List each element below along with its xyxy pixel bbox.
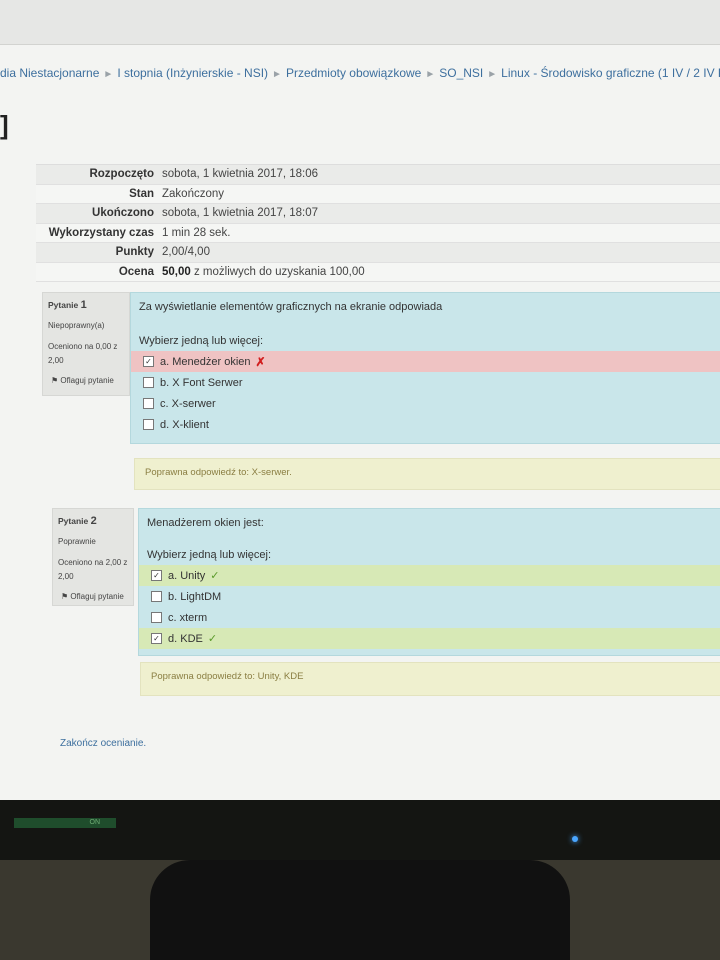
flag-label: Oflaguj pytanie <box>70 592 124 601</box>
flag-label: Oflaguj pytanie <box>60 376 114 385</box>
question-number: 2 <box>90 515 97 527</box>
answer-label: a. Unity <box>168 569 206 582</box>
question-text: Menadżerem okien jest: <box>147 517 264 529</box>
monitor-bezel <box>0 800 720 860</box>
question-mark: Oceniono na 0,00 z 2,00 <box>48 342 118 365</box>
summary-value: sobota, 1 kwietnia 2017, 18:06 <box>162 168 319 181</box>
question-state: Niepoprawny(a) <box>48 321 105 330</box>
answer-label: c. X-serwer <box>160 397 216 410</box>
summary-value: Zakończony <box>162 187 225 200</box>
breadcrumb-item[interactable]: dia Niestacjonarne <box>0 66 99 80</box>
question-content-2: Menadżerem okien jest: Wybierz jedną lub… <box>138 508 720 656</box>
flag-icon: ⚑ <box>51 376 59 385</box>
answer-label: d. KDE <box>168 632 203 645</box>
answer-checkbox[interactable]: ✓ <box>151 570 162 581</box>
breadcrumb-item[interactable]: Przedmioty obowiązkowe <box>286 66 421 80</box>
answer-label: c. xterm <box>168 611 208 624</box>
browser-screen: dia Niestacjonarne ► I stopnia (Inżyniersk… <box>0 0 720 800</box>
summary-row: Ocena 50,00 z możliwych do uzyskania 100,… <box>36 262 720 282</box>
answer-prompt: Wybierz jedną lub więcej: <box>147 549 272 561</box>
answer-checkbox[interactable]: ✓ <box>151 633 162 644</box>
breadcrumb-separator-icon: ► <box>272 69 282 80</box>
question-title: Pytanie <box>48 300 79 310</box>
summary-label: Ukończono <box>92 207 154 220</box>
answer-option[interactable]: b. LightDM <box>139 586 720 607</box>
breadcrumb-item[interactable]: SO_NSI <box>439 66 483 80</box>
answer-checkbox[interactable]: ✓ <box>143 356 154 367</box>
summary-value: 2,00/4,00 <box>162 246 210 259</box>
correct-icon: ✓ <box>207 633 218 645</box>
answer-option[interactable]: c. xterm <box>139 607 720 628</box>
answer-checkbox[interactable] <box>143 398 154 409</box>
summary-value: sobota, 1 kwietnia 2017, 18:07 <box>162 207 319 220</box>
answer-label: a. Menedżer okien <box>160 355 251 368</box>
breadcrumb: dia Niestacjonarne ► I stopnia (Inżyniersk… <box>0 66 720 80</box>
monitor-stand <box>150 860 570 960</box>
summary-label: Wykorzystany czas <box>48 226 154 239</box>
flag-question-link[interactable]: ⚑ Oflaguj pytanie <box>51 376 129 385</box>
breadcrumb-item[interactable]: I stopnia (Inżynierskie - NSI) <box>117 66 268 80</box>
answer-checkbox[interactable] <box>143 419 154 430</box>
power-led-icon <box>572 836 578 842</box>
breadcrumb-separator-icon: ► <box>425 69 436 80</box>
finish-review-link[interactable]: Zakończ ocenianie. <box>60 738 146 749</box>
summary-label: Rozpoczęto <box>89 168 154 181</box>
question-info-2: Pytanie 2 Poprawnie Oceniono na 2,00 z 2… <box>52 508 134 606</box>
question-content-1: Za wyświetlanie elementów graficznych na… <box>130 292 720 444</box>
summary-row: Rozpoczęto sobota, 1 kwietnia 2017, 18:06 <box>36 165 720 185</box>
browser-toolbar <box>0 0 720 45</box>
answer-option[interactable]: ✓ a. Unity ✓ <box>139 565 720 586</box>
breadcrumb-separator-icon: ► <box>487 69 498 80</box>
attempt-summary-table: Rozpoczęto sobota, 1 kwietnia 2017, 18:06… <box>36 164 720 282</box>
correct-icon: ✓ <box>210 570 220 582</box>
summary-value: 1 min 28 sek. <box>162 226 231 239</box>
answer-checkbox[interactable] <box>151 612 162 623</box>
answer-checkbox[interactable] <box>143 377 154 388</box>
answer-label: d. X-klient <box>160 418 209 431</box>
question-number: 1 <box>80 299 87 311</box>
answer-label: b. X Font Serwer <box>160 376 243 389</box>
page-title: ] <box>0 110 9 140</box>
summary-row: Wykorzystany czas 1 min 28 sek. <box>36 223 720 243</box>
answer-option[interactable]: ✓ a. Menedżer okien ✗ <box>131 351 720 372</box>
question-state: Poprawnie <box>58 537 96 546</box>
answer-option[interactable]: c. X-serwer <box>131 393 720 414</box>
flag-icon: ⚑ <box>61 592 69 601</box>
summary-label: Stan <box>129 187 154 200</box>
breadcrumb-item[interactable]: Linux - Środowisko graficzne (1 IV / 2 I… <box>501 66 720 80</box>
summary-label: Ocena <box>118 265 154 278</box>
grade-value: 50,00 <box>162 265 191 278</box>
question-info-1: Pytanie 1 Niepoprawny(a) Oceniono na 0,0… <box>42 292 130 396</box>
question-mark: Oceniono na 2,00 z 2,00 <box>58 558 128 581</box>
answer-prompt: Wybierz jedną lub więcej: <box>139 335 264 347</box>
incorrect-icon: ✗ <box>255 354 266 369</box>
flag-question-link[interactable]: ⚑ Oflaguj pytanie <box>61 592 133 601</box>
question-text: Za wyświetlanie elementów graficznych na… <box>139 301 443 313</box>
answer-checkbox[interactable] <box>151 591 162 602</box>
answer-label: b. LightDM <box>168 590 222 603</box>
summary-row: Stan Zakończony <box>36 184 720 204</box>
summary-row: Ukończono sobota, 1 kwietnia 2017, 18:07 <box>36 204 720 224</box>
summary-row: Punkty 2,00/4,00 <box>36 243 720 263</box>
summary-label: Punkty <box>115 246 154 259</box>
grade-suffix: z możliwych do uzyskania 100,00 <box>190 265 365 278</box>
answer-option[interactable]: b. X Font Serwer <box>131 372 720 393</box>
correct-answer-feedback: Poprawna odpowiedź to: Unity, KDE <box>140 662 720 696</box>
question-title: Pytanie <box>58 516 89 526</box>
summary-value: 50,00 z możliwych do uzyskania 100,00 <box>162 266 365 278</box>
breadcrumb-separator-icon: ► <box>103 69 114 80</box>
answer-option[interactable]: ✓ d. KDE ✓ <box>139 628 720 649</box>
monitor-power-label: ON <box>14 818 116 828</box>
correct-answer-feedback: Poprawna odpowiedź to: X-serwer. <box>134 458 720 490</box>
answer-option[interactable]: d. X-klient <box>131 414 720 435</box>
